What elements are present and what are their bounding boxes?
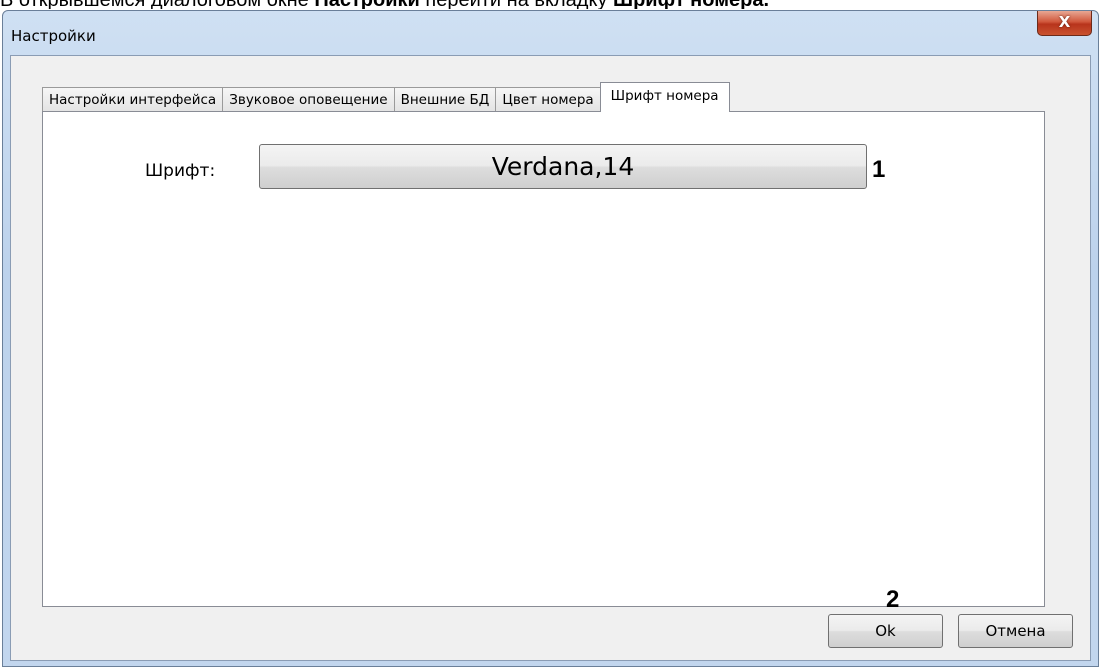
- annotation-marker-1: 1: [872, 156, 886, 183]
- caption-prefix: В открывшемся диалоговом окне: [0, 0, 314, 9]
- tab-number-color[interactable]: Цвет номера: [495, 87, 601, 112]
- ok-button[interactable]: Ok: [828, 614, 943, 648]
- tab-strip: Настройки интерфейса Звуковое оповещение…: [42, 82, 730, 112]
- settings-dialog: Настройки X Настройки интерфейса Звуково…: [2, 10, 1099, 667]
- font-select-button[interactable]: Verdana,14: [259, 144, 867, 189]
- caption-bold-dialog: Настройки: [314, 0, 420, 9]
- close-button[interactable]: X: [1037, 11, 1092, 36]
- tab-sound-notification[interactable]: Звуковое оповещение: [222, 87, 395, 112]
- tab-external-db[interactable]: Внешние БД: [393, 87, 497, 112]
- document-caption: В открывшемся диалоговом окне Настройки …: [0, 0, 1099, 9]
- dialog-client-area: Настройки интерфейса Звуковое оповещение…: [10, 55, 1091, 661]
- window-title: Настройки: [11, 27, 96, 45]
- close-icon: X: [1058, 13, 1071, 31]
- font-label: Шрифт:: [145, 161, 216, 181]
- cancel-button[interactable]: Отмена: [958, 614, 1073, 648]
- title-bar[interactable]: Настройки X: [3, 11, 1098, 55]
- tab-number-font[interactable]: Шрифт номера: [599, 82, 730, 112]
- annotation-marker-2: 2: [886, 586, 900, 613]
- caption-bold-tab: Шрифт номера.: [613, 0, 769, 9]
- tab-interface-settings[interactable]: Настройки интерфейса: [42, 87, 224, 112]
- tab-page-number-font: Шрифт: Verdana,14 1: [42, 111, 1045, 607]
- caption-middle: перейти на вкладку: [420, 0, 613, 9]
